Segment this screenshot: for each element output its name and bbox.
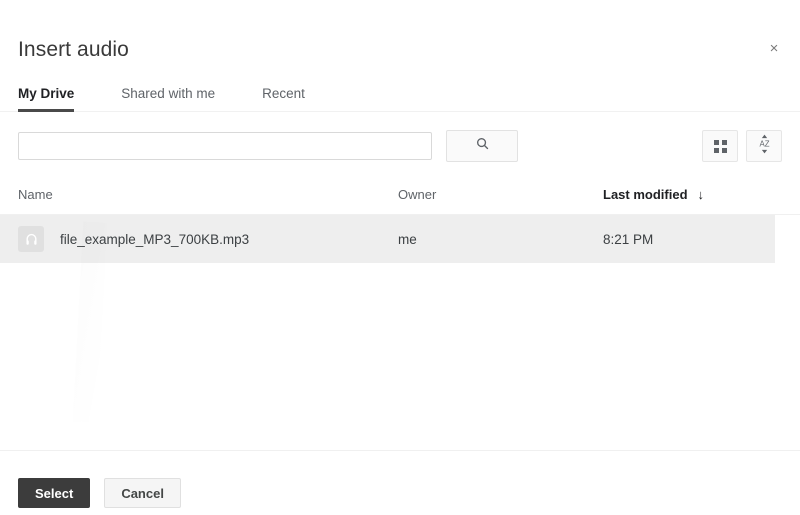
file-list: Name Owner Last modified ↓ file_example_…	[0, 162, 800, 450]
table-column-headers: Name Owner Last modified ↓	[0, 175, 800, 215]
file-last-modified: 8:21 PM	[603, 231, 654, 247]
search-input[interactable]	[18, 132, 432, 160]
svg-text:AZ: AZ	[759, 139, 769, 148]
sort-az-icon: AZ	[755, 133, 774, 160]
sort-az-button[interactable]: AZ	[746, 130, 782, 162]
column-header-last-modified-label: Last modified	[603, 187, 688, 202]
grid-view-icon	[713, 139, 727, 153]
column-header-name[interactable]: Name	[18, 187, 398, 202]
dialog-footer: Select Cancel	[0, 450, 800, 515]
file-name: file_example_MP3_700KB.mp3	[60, 231, 250, 247]
file-owner: me	[398, 231, 417, 247]
search-icon	[475, 136, 490, 156]
dialog-header: Insert audio ×	[0, 0, 800, 64]
sort-descending-icon: ↓	[697, 187, 705, 202]
grid-view-button[interactable]	[702, 130, 738, 162]
column-header-last-modified[interactable]: Last modified ↓	[603, 187, 782, 202]
headphones-icon	[18, 226, 44, 252]
tab-bar: My Drive Shared with me Recent	[0, 86, 800, 112]
dialog-title: Insert audio	[18, 38, 129, 61]
table-row[interactable]: file_example_MP3_700KB.mp3 me 8:21 PM	[0, 215, 775, 263]
column-header-owner[interactable]: Owner	[398, 187, 603, 202]
search-toolbar: AZ	[0, 112, 800, 162]
tab-shared-with-me[interactable]: Shared with me	[121, 86, 215, 112]
view-controls: AZ	[702, 130, 782, 162]
select-button[interactable]: Select	[18, 478, 91, 508]
file-name-cell: file_example_MP3_700KB.mp3	[18, 226, 398, 252]
insert-audio-dialog: Insert audio × My Drive Shared with me R…	[0, 0, 800, 515]
cancel-button[interactable]: Cancel	[104, 478, 181, 508]
tab-recent[interactable]: Recent	[262, 86, 305, 112]
tab-my-drive[interactable]: My Drive	[18, 86, 75, 112]
search-button[interactable]	[446, 130, 518, 162]
close-icon[interactable]: ×	[760, 34, 788, 62]
